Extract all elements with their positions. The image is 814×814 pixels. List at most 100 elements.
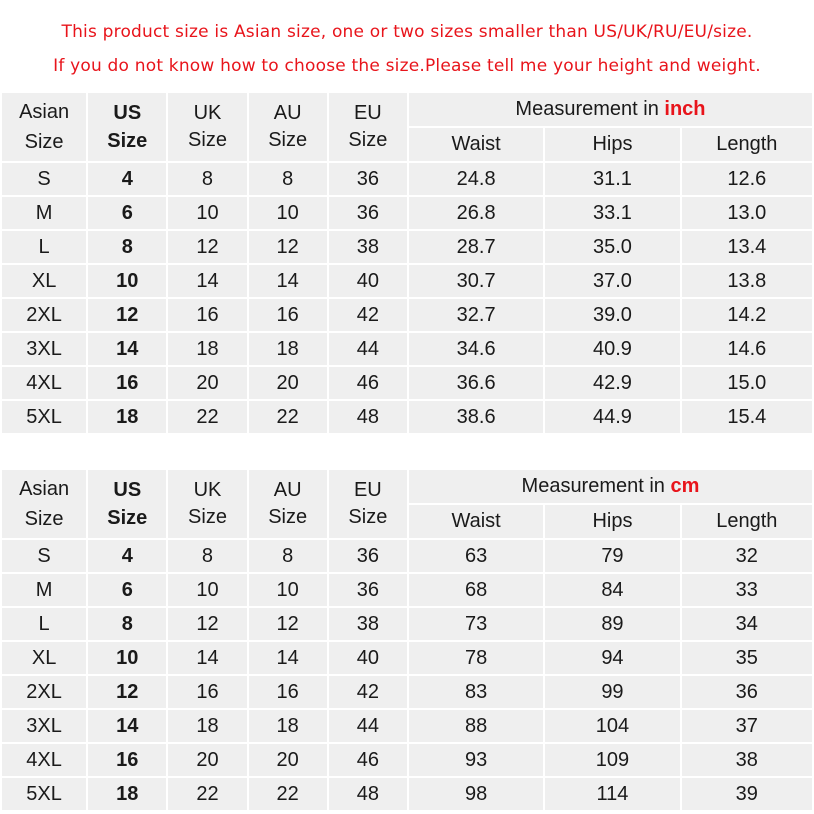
header-uk-size: UK Size <box>168 93 247 161</box>
cell-uk: 14 <box>168 265 247 297</box>
cell-waist: 73 <box>408 608 544 640</box>
cell-hips: 84 <box>545 574 680 606</box>
cell-uk: 12 <box>168 231 247 263</box>
cell-us: 12 <box>88 676 167 708</box>
cell-asian: 4XL <box>2 744 87 776</box>
header-us-size: US Size <box>88 93 167 161</box>
header-asian-size-line1: Asian <box>19 101 70 123</box>
header-uk-size-line1: UK <box>193 102 222 124</box>
table-row: XL 10 14 14 40 30.7 37.0 13.8 <box>2 265 812 297</box>
cell-hips: 33.1 <box>545 197 680 229</box>
cell-uk: 10 <box>168 574 247 606</box>
cell-us: 8 <box>88 608 167 640</box>
cell-asian: L <box>2 231 87 263</box>
cell-length: 33 <box>681 574 812 606</box>
header-us-size-line2: Size <box>107 507 148 529</box>
header-au-size: AU Size <box>248 93 327 161</box>
cell-au: 10 <box>248 197 327 229</box>
cell-eu: 48 <box>328 778 407 810</box>
cell-eu: 38 <box>328 608 407 640</box>
table-row: 2XL 12 16 16 42 32.7 39.0 14.2 <box>2 299 812 331</box>
cell-length: 13.4 <box>681 231 812 263</box>
cell-us: 18 <box>88 401 167 433</box>
header-uk-size: UK Size <box>168 470 247 538</box>
cell-hips: 37.0 <box>545 265 680 297</box>
cell-us: 16 <box>88 744 167 776</box>
cell-uk: 18 <box>168 710 247 742</box>
cell-asian: 5XL <box>2 778 87 810</box>
cell-au: 18 <box>248 333 327 365</box>
cell-us: 10 <box>88 642 167 674</box>
table-row: L 8 12 12 38 28.7 35.0 13.4 <box>2 231 812 263</box>
cell-hips: 89 <box>545 608 680 640</box>
cell-us: 10 <box>88 265 167 297</box>
cell-waist: 83 <box>408 676 544 708</box>
header-asian-size-line2: Size <box>24 131 64 153</box>
cell-waist: 30.7 <box>408 265 544 297</box>
cell-hips: 42.9 <box>545 367 680 399</box>
cell-eu: 48 <box>328 401 407 433</box>
table-row: 4XL 16 20 20 46 93 109 38 <box>2 744 812 776</box>
table-row: L 8 12 12 38 73 89 34 <box>2 608 812 640</box>
cell-hips: 31.1 <box>545 163 680 195</box>
cell-au: 14 <box>248 265 327 297</box>
cell-us: 16 <box>88 367 167 399</box>
table-row: M 6 10 10 36 26.8 33.1 13.0 <box>2 197 812 229</box>
header-eu-size: EU Size <box>328 470 407 538</box>
header-eu-size-line1: EU <box>353 479 382 501</box>
header-asian-size-line1: Asian <box>19 478 70 500</box>
cell-au: 16 <box>248 299 327 331</box>
table-row: XL 10 14 14 40 78 94 35 <box>2 642 812 674</box>
measurement-unit: cm <box>670 475 700 497</box>
cell-eu: 46 <box>328 367 407 399</box>
cell-uk: 16 <box>168 676 247 708</box>
header-us-size: US Size <box>88 470 167 538</box>
header-eu-size-line2: Size <box>348 506 388 528</box>
cell-hips: 35.0 <box>545 231 680 263</box>
header-us-size-line1: US <box>113 479 142 501</box>
table-row: M 6 10 10 36 68 84 33 <box>2 574 812 606</box>
size-chart-inch-body: Asian Size US Size UK Size AU Size EU Si… <box>2 93 812 433</box>
header-length: Length <box>681 505 812 538</box>
cell-asian: 5XL <box>2 401 87 433</box>
cell-eu: 36 <box>328 540 407 572</box>
cell-asian: XL <box>2 265 87 297</box>
header-au-size-line2: Size <box>268 506 308 528</box>
cell-length: 15.4 <box>681 401 812 433</box>
cell-us: 4 <box>88 163 167 195</box>
cell-uk: 8 <box>168 540 247 572</box>
cell-eu: 38 <box>328 231 407 263</box>
cell-length: 37 <box>681 710 812 742</box>
cell-us: 8 <box>88 231 167 263</box>
cell-asian: L <box>2 608 87 640</box>
cell-au: 14 <box>248 642 327 674</box>
header-au-size: AU Size <box>248 470 327 538</box>
table-row: 3XL 14 18 18 44 34.6 40.9 14.6 <box>2 333 812 365</box>
cell-waist: 28.7 <box>408 231 544 263</box>
header-measurement-inch: Measurement in inch <box>408 93 812 126</box>
header-au-size-line2: Size <box>268 129 308 151</box>
cell-length: 39 <box>681 778 812 810</box>
header-asian-size-line2: Size <box>24 508 64 530</box>
cell-us: 4 <box>88 540 167 572</box>
cell-asian: M <box>2 197 87 229</box>
cell-au: 10 <box>248 574 327 606</box>
cell-waist: 98 <box>408 778 544 810</box>
header-eu-size-line2: Size <box>348 129 388 151</box>
cell-uk: 20 <box>168 367 247 399</box>
cell-asian: M <box>2 574 87 606</box>
cell-hips: 104 <box>545 710 680 742</box>
cell-hips: 40.9 <box>545 333 680 365</box>
cell-hips: 94 <box>545 642 680 674</box>
cell-uk: 12 <box>168 608 247 640</box>
cell-hips: 79 <box>545 540 680 572</box>
header-hips: Hips <box>545 128 680 161</box>
cell-us: 6 <box>88 574 167 606</box>
cell-uk: 22 <box>168 401 247 433</box>
measurement-prefix: Measurement in <box>521 475 665 497</box>
cell-au: 22 <box>248 778 327 810</box>
measurement-unit: inch <box>664 98 706 120</box>
cell-waist: 63 <box>408 540 544 572</box>
cell-eu: 36 <box>328 163 407 195</box>
header-asian-size: Asian Size <box>2 93 87 161</box>
